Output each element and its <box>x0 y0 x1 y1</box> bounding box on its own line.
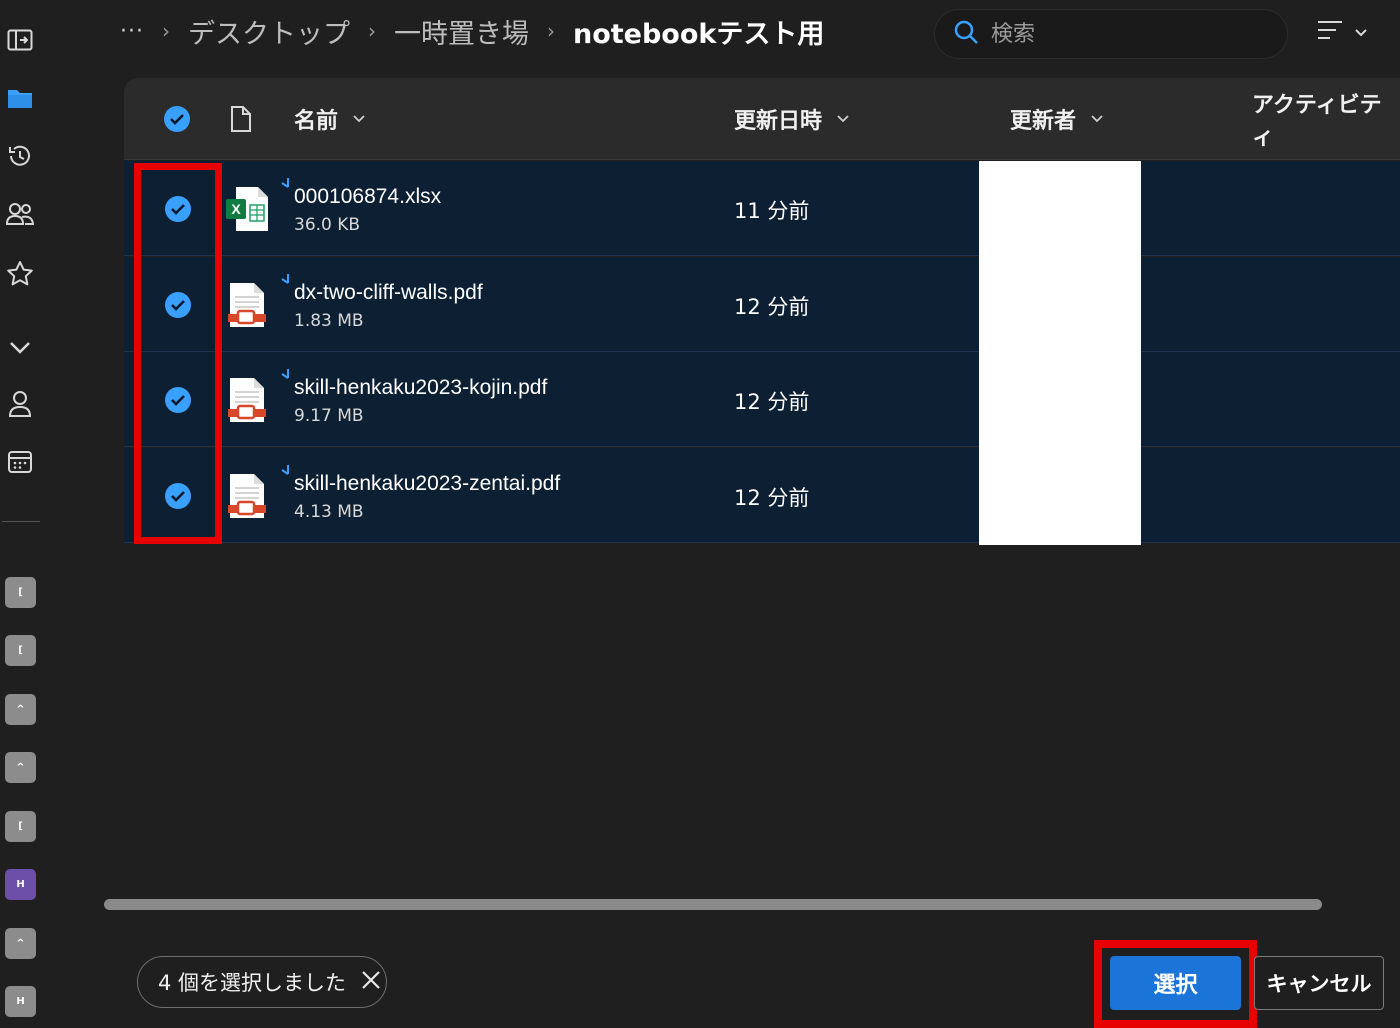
breadcrumb-more[interactable]: ··· <box>120 19 144 44</box>
search-icon <box>953 19 979 49</box>
breadcrumb-item-temp[interactable]: 一時置き場 <box>394 12 529 51</box>
clear-selection-close-icon[interactable] <box>360 969 382 996</box>
rail-tile-1[interactable]: [ <box>5 577 36 608</box>
selection-status-pill: 4 個を選択しました <box>137 956 387 1008</box>
selection-status-text: 4 個を選択しました <box>158 971 347 995</box>
file-modified: 11 分前 <box>734 199 810 223</box>
cancel-button[interactable]: キャンセル <box>1254 956 1384 1010</box>
highlight-checkboxes-annotation <box>134 163 222 544</box>
select-button[interactable]: 選択 <box>1110 956 1241 1010</box>
rail-divider <box>2 521 40 522</box>
list-view-icon <box>1316 18 1344 46</box>
excel-file-icon: X <box>224 183 270 235</box>
file-type-column-icon[interactable] <box>230 78 252 160</box>
breadcrumb-current: notebookテスト用 <box>572 18 825 50</box>
horizontal-scrollbar[interactable] <box>104 899 1322 910</box>
file-name[interactable]: dx-two-cliff-walls.pdf <box>294 281 483 305</box>
column-header-activity[interactable]: アクティビティ <box>1252 78 1400 160</box>
file-modified: 12 分前 <box>734 390 810 414</box>
file-size: 4.13 MB <box>294 502 364 522</box>
search-input[interactable] <box>991 21 1251 47</box>
file-size: 9.17 MB <box>294 406 364 426</box>
table-header: 名前 更新日時 更新者 アクティビティ <box>124 78 1400 160</box>
chevron-down-icon <box>1091 115 1103 123</box>
chevron-down-icon <box>353 115 365 123</box>
breadcrumb: ··· › デスクトップ › 一時置き場 › notebookテスト用 <box>120 8 824 54</box>
rail-tile-2[interactable]: [ <box>5 635 36 666</box>
column-header-activity-label: アクティビティ <box>1252 93 1382 150</box>
chevron-right-icon: › <box>161 19 170 43</box>
table-row[interactable]: skill-henkaku2023-zentai.pdf 4.13 MB 12 … <box>124 448 1400 543</box>
table-row[interactable]: skill-henkaku2023-kojin.pdf 9.17 MB 12 分… <box>124 352 1400 447</box>
person-icon[interactable] <box>4 388 36 420</box>
file-modified: 12 分前 <box>734 295 810 319</box>
file-name[interactable]: skill-henkaku2023-kojin.pdf <box>294 376 547 400</box>
breadcrumb-item-desktop[interactable]: デスクトップ <box>188 12 350 51</box>
favorites-star-icon[interactable] <box>4 258 36 290</box>
chevron-right-icon: › <box>367 19 376 43</box>
file-size: 1.83 MB <box>294 311 364 331</box>
file-name[interactable]: 000106874.xlsx <box>294 185 441 209</box>
calendar-icon[interactable] <box>4 446 36 478</box>
rail-tile-5[interactable]: [ <box>5 811 36 842</box>
chevron-right-icon: › <box>546 19 555 43</box>
folder-icon[interactable] <box>4 82 36 114</box>
table-row[interactable]: X 000106874.xlsx 36.0 KB 11 分前 <box>124 161 1400 256</box>
file-table: 名前 更新日時 更新者 アクティビティ X 000106874.xlsx 36.… <box>124 78 1400 546</box>
chevron-down-icon[interactable] <box>4 331 36 363</box>
rail-tile-4[interactable]: ^ <box>5 752 36 783</box>
table-row[interactable]: dx-two-cliff-walls.pdf 1.83 MB 12 分前 <box>124 257 1400 352</box>
chevron-down-icon <box>837 115 849 123</box>
redacted-modified-by-column <box>979 161 1141 545</box>
file-size: 36.0 KB <box>294 215 361 235</box>
left-rail: [ [ ^ ^ [ H ^ H <box>0 0 42 1028</box>
pdf-file-icon <box>224 470 270 522</box>
column-header-name-label: 名前 <box>294 109 339 134</box>
rail-tile-6[interactable]: H <box>5 869 36 900</box>
search-box <box>934 9 1288 59</box>
view-options-button[interactable] <box>1316 14 1378 50</box>
column-header-modified-label: 更新日時 <box>734 109 823 134</box>
pdf-file-icon <box>224 279 270 331</box>
rail-tile-7[interactable]: ^ <box>5 928 36 959</box>
pdf-file-icon <box>224 374 270 426</box>
select-all-checkbox[interactable] <box>162 78 192 160</box>
history-icon[interactable] <box>4 140 36 172</box>
column-header-name[interactable]: 名前 <box>294 78 366 160</box>
column-header-modified[interactable]: 更新日時 <box>734 78 850 160</box>
rail-tile-8[interactable]: H <box>5 986 36 1017</box>
svg-text:X: X <box>231 201 241 217</box>
file-modified: 12 分前 <box>734 486 810 510</box>
file-name[interactable]: skill-henkaku2023-zentai.pdf <box>294 472 560 496</box>
chevron-down-icon <box>1354 23 1368 42</box>
rail-tile-3[interactable]: ^ <box>5 694 36 725</box>
shared-people-icon[interactable] <box>4 198 36 230</box>
collapse-pane-icon[interactable] <box>4 24 36 56</box>
column-header-modified-by-label: 更新者 <box>1010 109 1077 134</box>
column-header-modified-by[interactable]: 更新者 <box>1010 78 1104 160</box>
